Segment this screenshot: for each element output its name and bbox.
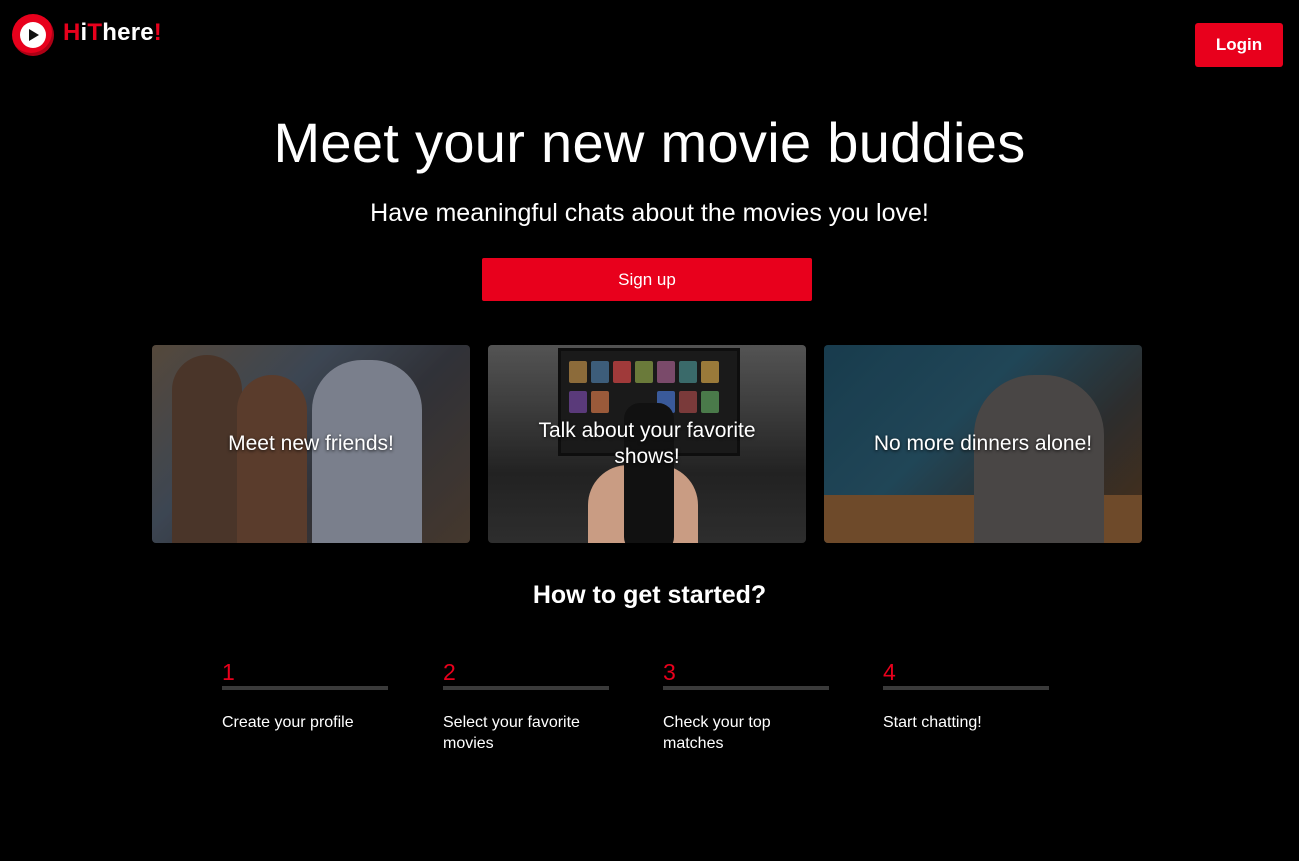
feature-card-label: No more dinners alone!	[873, 432, 1093, 455]
hero-title: Meet your new movie buddies	[273, 111, 1026, 174]
step-text: Create your profile	[222, 714, 354, 731]
how-to-title: How to get started?	[532, 581, 767, 609]
feature-card-label: Talk about your favorite shows!	[538, 419, 756, 468]
step-text: Start chatting!	[883, 714, 982, 731]
step-divider	[222, 686, 388, 690]
step-text: Select your favorite movies	[443, 714, 580, 752]
step-divider	[883, 686, 1049, 690]
step-number: 2	[443, 659, 456, 685]
signup-button[interactable]: Sign up	[482, 258, 812, 301]
step-2: 2 Select your favorite movies	[443, 659, 609, 754]
landing-page: HiThere! Login Meet your new movie buddi…	[0, 0, 1299, 861]
hero-subtitle: Have meaningful chats about the movies y…	[370, 199, 929, 227]
step-3: 3 Check your top matches	[663, 659, 829, 754]
feature-card-friends: Meet new friends!	[152, 345, 470, 543]
step-number: 1	[222, 659, 235, 685]
feature-card-label: Meet new friends!	[228, 432, 394, 455]
step-number: 4	[883, 659, 896, 685]
play-logo-icon	[12, 14, 54, 56]
step-divider	[663, 686, 829, 690]
man-photo	[974, 375, 1104, 543]
login-button[interactable]: Login	[1195, 23, 1283, 67]
brand-name: HiThere!	[63, 19, 162, 46]
brand-logo[interactable]: HiThere!	[12, 14, 162, 56]
friends-photo-figure	[237, 375, 307, 543]
feature-card-shows: Talk about your favorite shows!	[488, 345, 806, 543]
step-1: 1 Create your profile	[222, 659, 388, 733]
step-number: 3	[663, 659, 676, 685]
step-4: 4 Start chatting!	[883, 659, 1049, 733]
step-divider	[443, 686, 609, 690]
feature-card-dinners: No more dinners alone!	[824, 345, 1142, 543]
step-text: Check your top matches	[663, 714, 771, 752]
